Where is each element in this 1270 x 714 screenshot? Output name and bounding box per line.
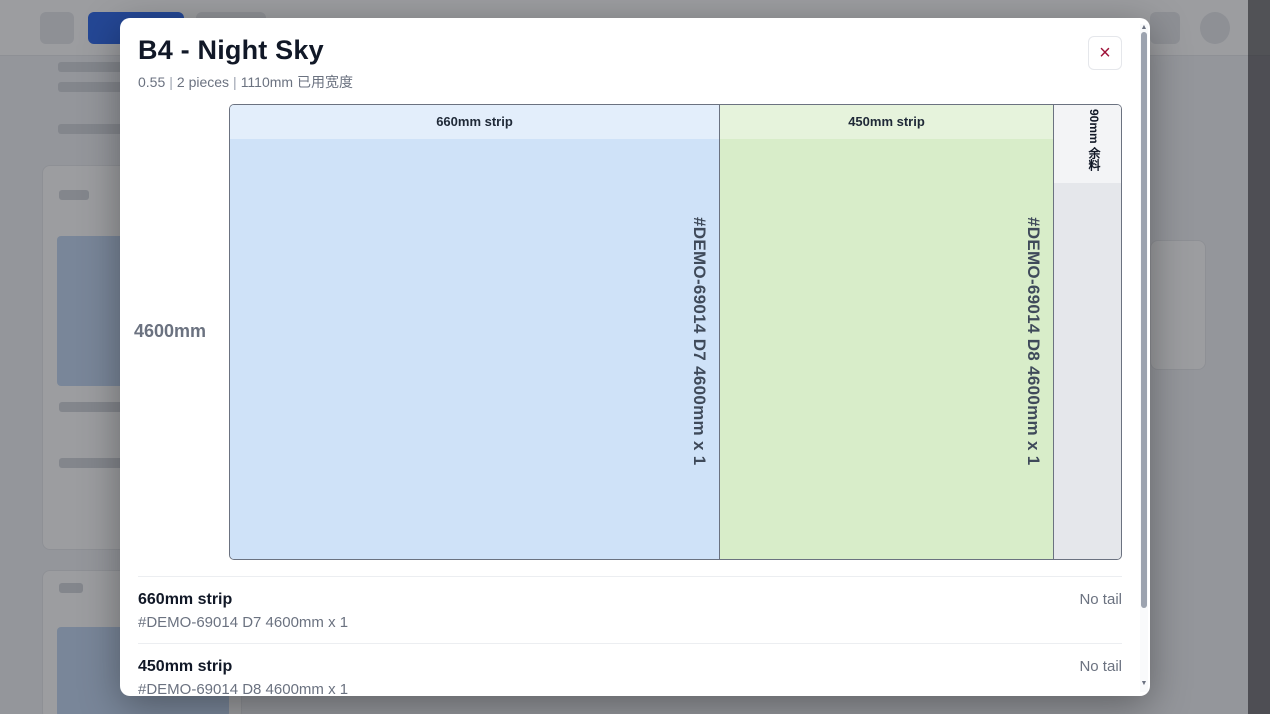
strip-header: 660mm strip <box>230 105 719 139</box>
list-item-title: 660mm strip <box>138 591 233 608</box>
arrow-down-icon[interactable]: ▼ <box>1140 680 1148 688</box>
strip-list: 660mm strip #DEMO-69014 D7 4600mm x 1 No… <box>138 576 1122 696</box>
arrow-up-icon[interactable]: ▲ <box>1140 24 1148 32</box>
sheet-length-label: 4600mm <box>134 321 207 341</box>
list-item: 450mm strip #DEMO-69014 D8 4600mm x 1 No… <box>138 643 1122 696</box>
separator: | <box>233 74 237 90</box>
window-edge <box>1248 0 1270 714</box>
strip-450mm: 450mm strip #DEMO-69014 D8 4600mm x 1 <box>720 105 1054 559</box>
used-width: 1110mm 已用宽度 <box>240 74 353 90</box>
separator: | <box>169 74 173 90</box>
list-item-detail: #DEMO-69014 D8 4600mm x 1 <box>138 681 349 696</box>
modal-title: B4 - Night Sky <box>138 35 324 65</box>
thickness-value: 0.55 <box>138 74 166 90</box>
strip-header: 450mm strip <box>720 105 1053 139</box>
close-button[interactable]: × <box>1088 36 1122 70</box>
list-item: 660mm strip #DEMO-69014 D7 4600mm x 1 No… <box>138 576 1122 643</box>
remainder-header: 90mm 余料 <box>1054 105 1121 183</box>
tail-status: No tail <box>1079 658 1122 675</box>
cut-layout-modal: B4 - Night Sky 0.55 | 2 pieces | 1110mm 已用宽度… <box>120 18 1150 696</box>
list-item-detail: #DEMO-69014 D7 4600mm x 1 <box>138 614 349 631</box>
modal-scrollbar[interactable]: ▲ ▼ <box>1140 24 1148 692</box>
modal-subtitle: 0.55 | 2 pieces | 1110mm 已用宽度 <box>138 72 353 92</box>
piece-label: #DEMO-69014 D8 4600mm x 1 <box>1024 217 1043 466</box>
tail-status: No tail <box>1079 591 1122 608</box>
cut-layout-diagram: 660mm strip #DEMO-69014 D7 4600mm x 1 45… <box>229 104 1122 560</box>
piece-label: #DEMO-69014 D7 4600mm x 1 <box>690 217 709 466</box>
scrollbar-thumb[interactable] <box>1141 32 1147 608</box>
piece-count: 2 pieces <box>176 74 230 90</box>
strip-660mm: 660mm strip #DEMO-69014 D7 4600mm x 1 <box>230 105 720 559</box>
strip-remainder: 90mm 余料 <box>1054 105 1121 559</box>
list-item-title: 450mm strip <box>138 658 233 675</box>
close-icon: × <box>1099 41 1111 64</box>
remainder-label: 90mm 余料 <box>1087 109 1101 172</box>
